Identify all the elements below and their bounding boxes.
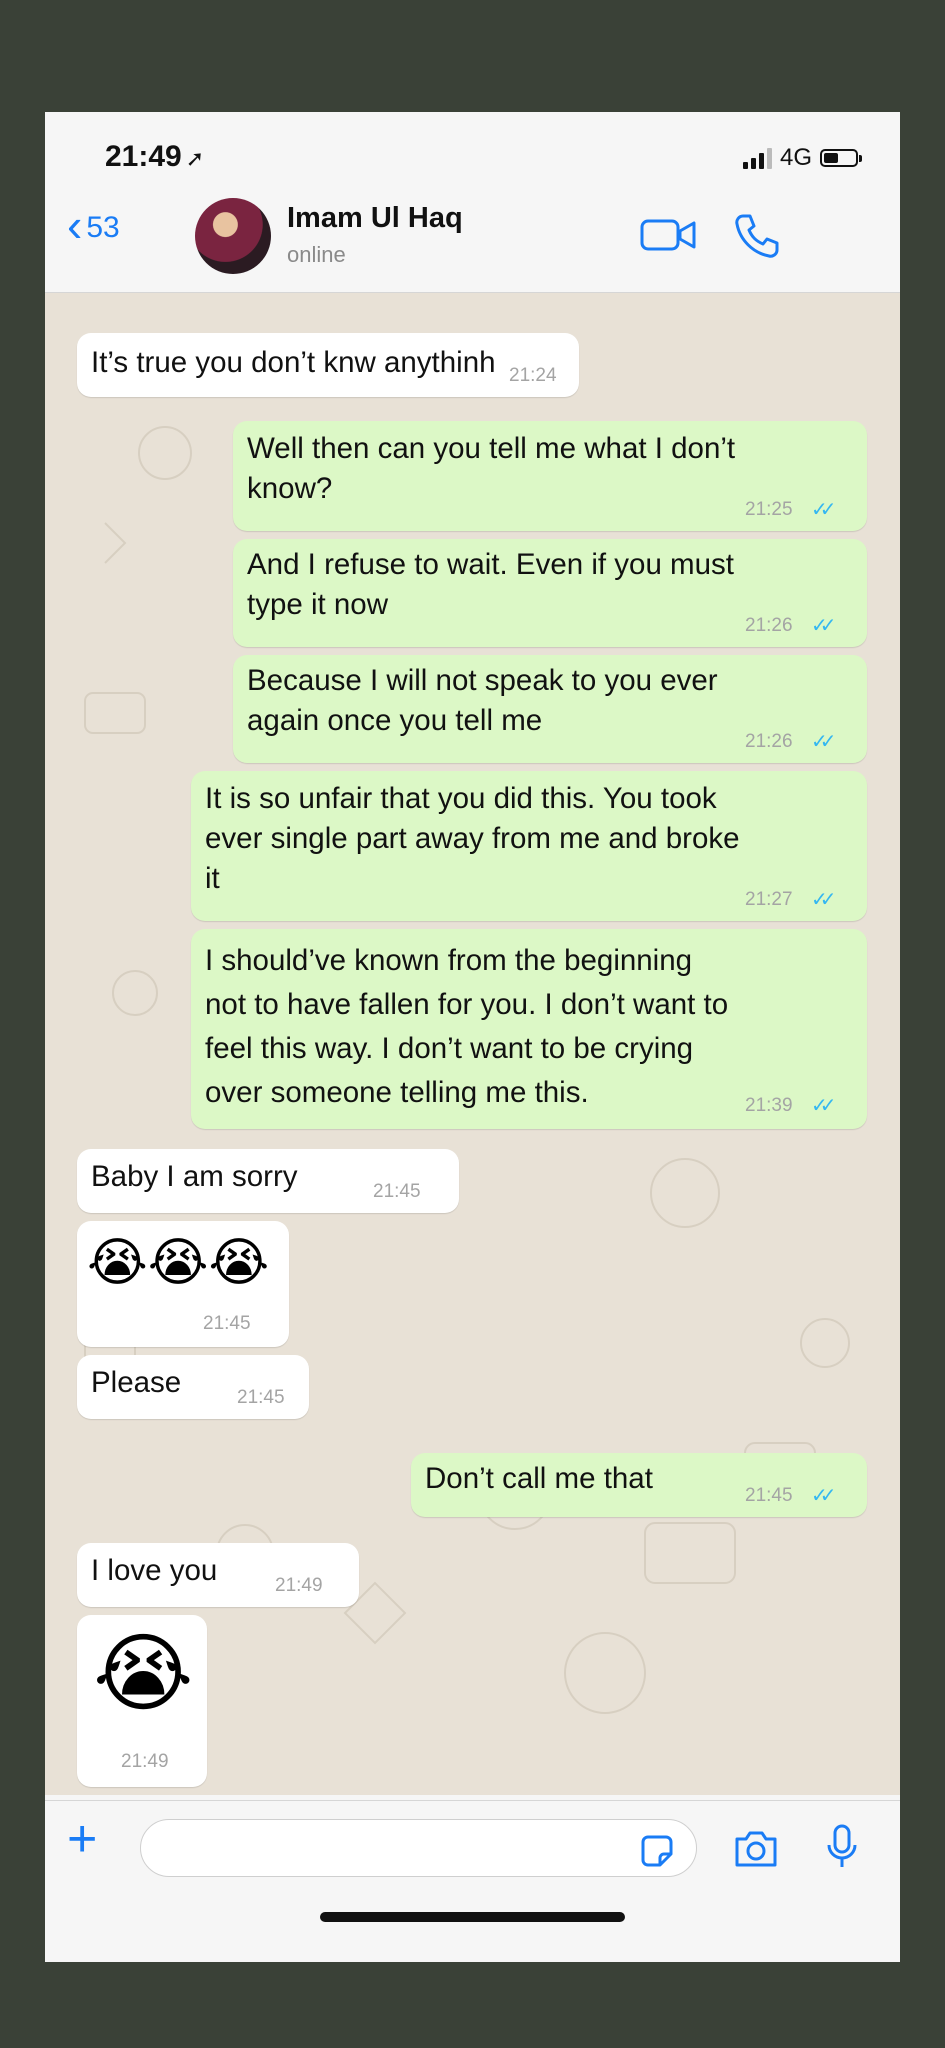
message-bubble-incoming[interactable]: 😭 21:49 xyxy=(77,1615,207,1787)
plus-icon[interactable]: + xyxy=(67,1813,97,1865)
message-text: It is so unfair that you did this. You t… xyxy=(205,782,740,895)
message-time: 21:45 xyxy=(237,1387,285,1408)
message-time: 21:45 xyxy=(745,1485,793,1506)
unread-count: 53 xyxy=(86,211,120,244)
message-bubble-outgoing[interactable]: It is so unfair that you did this. You t… xyxy=(191,771,867,921)
message-text: It’s true you don’t knw anythinh xyxy=(91,346,496,379)
message-text: And I refuse to wait. Even if you must t… xyxy=(247,548,734,621)
message-bubble-incoming[interactable]: It’s true you don’t knw anythinh 21:24 xyxy=(77,333,579,397)
message-input-bar: + xyxy=(45,1800,900,1891)
battery-icon xyxy=(820,149,862,167)
message-text: I should’ve known from the beginning not… xyxy=(205,944,729,1109)
message-time: 21:26 xyxy=(745,731,793,752)
message-text: Because I will not speak to you ever aga… xyxy=(247,664,718,737)
microphone-icon[interactable] xyxy=(825,1823,859,1873)
message-time: 21:45 xyxy=(373,1181,421,1202)
message-text: Well then can you tell me what I don’t k… xyxy=(247,432,736,505)
message-bubble-incoming[interactable]: Please 21:45 xyxy=(77,1355,309,1419)
status-time: 21:49 ➚ xyxy=(105,140,204,174)
message-text: Please xyxy=(91,1366,182,1399)
back-button[interactable]: ‹ 53 xyxy=(67,202,120,248)
read-ticks-icon: ✓✓ xyxy=(811,1095,836,1117)
chat-header: ‹ 53 Imam Ul Haq online xyxy=(45,182,900,293)
chat-area[interactable]: It’s true you don’t knw anythinh 21:24 W… xyxy=(45,293,900,1795)
read-ticks-icon: ✓✓ xyxy=(811,615,836,637)
back-chevron-icon: ‹ xyxy=(67,199,83,251)
read-ticks-icon: ✓✓ xyxy=(811,731,836,753)
camera-icon[interactable] xyxy=(733,1829,779,1869)
message-time: 21:39 xyxy=(745,1095,793,1116)
home-indicator[interactable] xyxy=(320,1912,625,1922)
read-ticks-icon: ✓✓ xyxy=(811,1485,836,1507)
video-call-icon[interactable] xyxy=(640,218,698,252)
message-time: 21:49 xyxy=(275,1575,323,1596)
message-time: 21:45 xyxy=(203,1313,251,1334)
message-bubble-incoming[interactable]: 😭😭😭 21:45 xyxy=(77,1221,289,1347)
contact-status: online xyxy=(287,242,346,267)
message-input[interactable] xyxy=(140,1819,697,1877)
message-bubble-outgoing[interactable]: Because I will not speak to you ever aga… xyxy=(233,655,867,763)
phone-screen: 21:49 ➚ 4G ‹ 53 Imam Ul Haq online It’s … xyxy=(45,112,900,1962)
sticker-icon[interactable] xyxy=(640,1834,674,1868)
crying-emoji: 😭😭😭 xyxy=(87,1234,270,1292)
message-bubble-incoming[interactable]: Baby I am sorry 21:45 xyxy=(77,1149,459,1213)
message-bubble-incoming[interactable]: I love you 21:49 xyxy=(77,1543,359,1607)
message-time: 21:24 xyxy=(509,365,557,386)
message-text: Don’t call me that xyxy=(425,1462,653,1495)
message-time: 21:26 xyxy=(745,615,793,636)
message-time: 21:49 xyxy=(121,1751,169,1772)
message-text: Baby I am sorry xyxy=(91,1160,298,1193)
message-bubble-outgoing[interactable]: Well then can you tell me what I don’t k… xyxy=(233,421,867,531)
read-ticks-icon: ✓✓ xyxy=(811,889,836,911)
status-time-text: 21:49 xyxy=(105,140,182,173)
crying-emoji: 😭 xyxy=(93,1626,194,1722)
message-time: 21:25 xyxy=(745,499,793,520)
message-bubble-outgoing[interactable]: Don’t call me that 21:45 ✓✓ xyxy=(411,1453,867,1517)
network-type: 4G xyxy=(779,144,812,171)
read-ticks-icon: ✓✓ xyxy=(811,499,836,521)
contact-name[interactable]: Imam Ul Haq xyxy=(287,202,463,235)
status-indicators: 4G xyxy=(742,144,862,172)
signal-icon xyxy=(742,147,772,169)
message-bubble-outgoing[interactable]: I should’ve known from the beginning not… xyxy=(191,929,867,1129)
phone-icon[interactable] xyxy=(733,212,781,260)
avatar[interactable] xyxy=(195,198,271,274)
message-text: I love you xyxy=(91,1554,218,1587)
message-bubble-outgoing[interactable]: And I refuse to wait. Even if you must t… xyxy=(233,539,867,647)
location-arrow-icon: ➚ xyxy=(185,146,205,171)
message-time: 21:27 xyxy=(745,889,793,910)
